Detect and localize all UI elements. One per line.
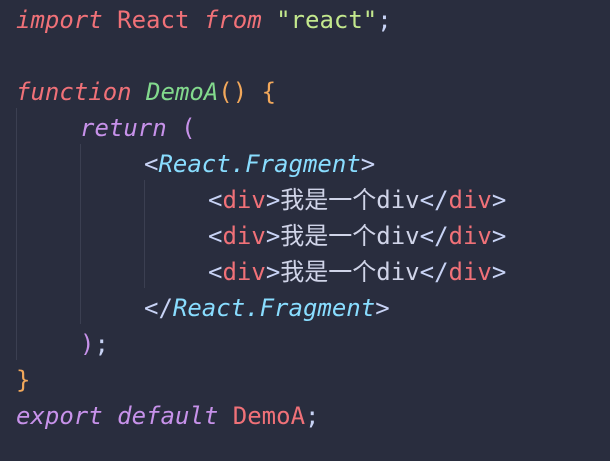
closing-tag-open: </	[419, 258, 449, 286]
code-line-7: <div>我是一个div</div>	[208, 218, 506, 254]
tag-div: div	[222, 222, 266, 250]
tag-close-bracket: >	[491, 258, 507, 286]
semicolon: ;	[377, 6, 392, 34]
indent-guide	[80, 144, 81, 324]
string-module: "react"	[276, 6, 378, 34]
tag-open-bracket: <	[208, 258, 223, 286]
parens: ()	[218, 78, 248, 106]
tag-div-close: div	[448, 186, 492, 214]
indent-guide	[144, 180, 145, 288]
component-react-fragment: React.Fragment	[158, 150, 361, 178]
tag-close-bracket: >	[491, 222, 507, 250]
tag-open-bracket: <	[208, 222, 223, 250]
code-line-1: import React from "react";	[16, 2, 392, 38]
code-line-12: export default DemoA;	[16, 398, 319, 434]
code-line-5: <React.Fragment>	[144, 146, 375, 182]
keyword-function: function	[16, 78, 132, 106]
code-line-9: </React.Fragment>	[144, 290, 390, 326]
identifier-react: React	[117, 6, 190, 34]
code-line-4: return (	[80, 110, 196, 146]
tag-div: div	[222, 258, 266, 286]
closing-tag-open: </	[419, 186, 449, 214]
closing-tag-open: </	[419, 222, 449, 250]
code-line-11: }	[16, 362, 30, 398]
div-text: 我是一个div	[280, 186, 420, 214]
tag-div-close: div	[448, 222, 492, 250]
tag-close-bracket: >	[360, 150, 376, 178]
tag-close-bracket: >	[491, 186, 507, 214]
closing-tag-open: </	[144, 294, 173, 322]
function-name: DemoA	[146, 78, 219, 106]
keyword-export: export	[16, 402, 103, 430]
tag-div: div	[222, 186, 266, 214]
keyword-default: default	[117, 402, 219, 430]
code-line-10: );	[80, 326, 109, 362]
code-line-8: <div>我是一个div</div>	[208, 254, 506, 290]
div-text: 我是一个div	[280, 222, 420, 250]
component-react-fragment: React.Fragment	[172, 294, 376, 322]
indent-guide	[16, 108, 17, 360]
tag-open-bracket: <	[208, 186, 223, 214]
close-brace: }	[16, 366, 31, 394]
close-paren: )	[80, 330, 95, 358]
keyword-from: from	[203, 6, 262, 34]
code-line-6: <div>我是一个div</div>	[208, 182, 506, 218]
tag-close-bracket: >	[375, 294, 390, 322]
semicolon: ;	[305, 402, 320, 430]
div-text: 我是一个div	[280, 258, 420, 286]
tag-div-close: div	[448, 258, 492, 286]
keyword-return: return	[80, 114, 167, 142]
open-brace: {	[261, 78, 277, 106]
code-editor[interactable]: import React from "react"; function Demo…	[0, 0, 610, 461]
code-line-3: function DemoA() {	[16, 74, 276, 110]
semicolon: ;	[94, 330, 109, 358]
tag-close-bracket: >	[265, 222, 281, 250]
tag-open-bracket: <	[144, 150, 159, 178]
keyword-import: import	[16, 6, 103, 34]
identifier-demoa: DemoA	[232, 402, 306, 430]
tag-close-bracket: >	[265, 186, 281, 214]
tag-close-bracket: >	[265, 258, 281, 286]
open-paren: (	[181, 114, 196, 142]
